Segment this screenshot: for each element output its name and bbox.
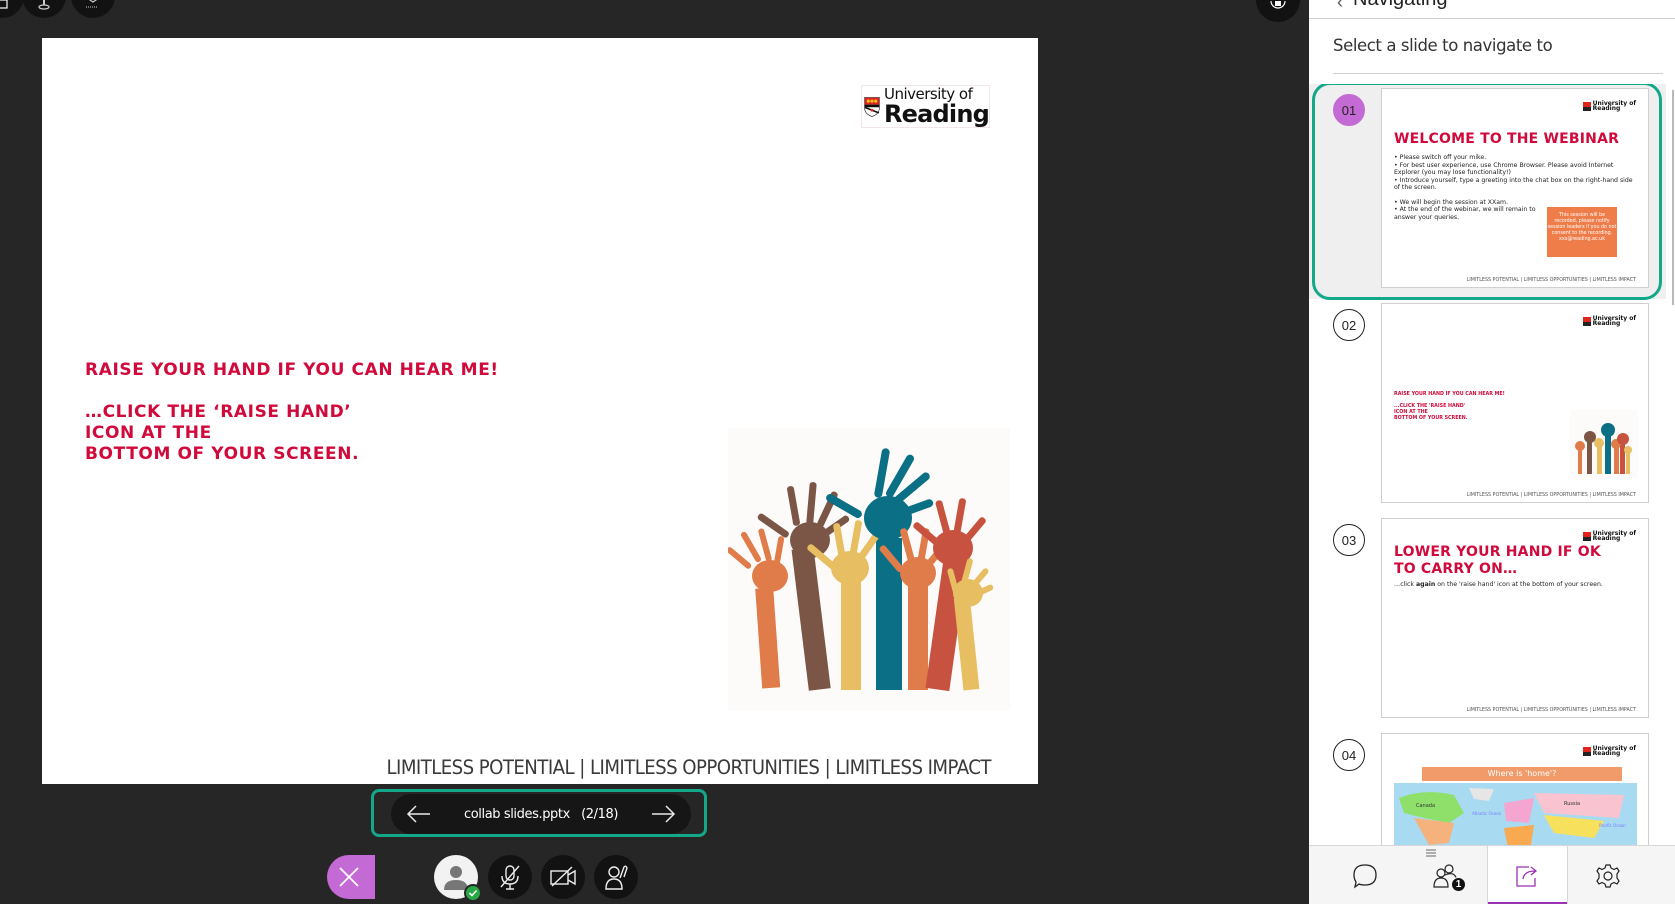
gear-icon: [1596, 863, 1620, 888]
slide-preview[interactable]: University of Reading WELCOME TO THE WEBI…: [1381, 88, 1649, 288]
slide-footer: LIMITLESS POTENTIAL | LIMITLESS OPPORTUN…: [1466, 278, 1636, 283]
slide-text-line2: …CLICK THE ‘RAISE HAND’: [85, 402, 352, 422]
university-logo: University of Reading: [861, 85, 990, 128]
map-label: Canada: [1416, 803, 1435, 809]
mini-logo: University of Reading: [1582, 316, 1636, 327]
layout-button[interactable]: [0, 0, 24, 18]
mini-logo: University of Reading: [1582, 531, 1636, 542]
navigate-prompt: Select a slide to navigate to: [1333, 36, 1553, 55]
map-label: Atlantic Ocean: [1472, 811, 1502, 816]
slide-text-line1: RAISE YOUR HAND IF YOU CAN HEAR ME!: [85, 360, 499, 380]
slide-text-line: BOTTOM OF YOUR SCREEN.: [1394, 416, 1468, 421]
share-content-panel: ‹ Navigating Select a slide to navigate …: [1309, 0, 1675, 904]
slide-number-badge: 01: [1333, 94, 1365, 126]
crest-icon: [864, 96, 880, 117]
chat-bubble-icon: [1353, 863, 1377, 889]
slide-footer: LIMITLESS POTENTIAL | LIMITLESS OPPORTUN…: [1466, 708, 1636, 713]
tab-chat[interactable]: [1325, 846, 1406, 904]
panel-header: ‹ Navigating: [1309, 0, 1675, 19]
back-chevron-icon[interactable]: ‹: [1337, 0, 1343, 13]
slide-number-badge: 02: [1333, 309, 1365, 341]
arrow-right-icon: [652, 805, 676, 823]
tab-share-content[interactable]: [1487, 846, 1568, 904]
slide-text-line4: BOTTOM OF YOUR SCREEN.: [85, 444, 360, 464]
share-icon: [1515, 865, 1537, 887]
slide-number-badge: 04: [1333, 739, 1365, 771]
slide-title: LOWER YOUR HAND IF OK TO CARRY ON…: [1394, 544, 1601, 577]
slide-text-line3: ICON AT THE: [85, 423, 212, 443]
slide-banner: Where is 'home'?: [1422, 767, 1622, 781]
raised-hands-thumbnail: [1570, 410, 1638, 478]
raise-hand-icon: [605, 865, 628, 890]
slide-preview[interactable]: University of Reading LOWER YOUR HAND IF …: [1381, 518, 1649, 718]
mini-logo: University of Reading: [1582, 101, 1636, 112]
slide-footer-tagline: LIMITLESS POTENTIAL | LIMITLESS OPPORTUN…: [386, 756, 992, 779]
share-screen-icon: [86, 0, 98, 8]
slide-preview[interactable]: University of Reading Where is 'home'? Ca…: [1381, 733, 1649, 845]
microphone-button[interactable]: [488, 855, 532, 899]
tab-settings[interactable]: [1568, 846, 1649, 904]
slide-title: WELCOME TO THE WEBINAR: [1394, 131, 1620, 147]
slide-navigator-label[interactable]: collab slides.pptx (2/18): [464, 807, 618, 822]
close-icon: [339, 867, 359, 887]
slide-body-text: RAISE YOUR HAND IF YOU CAN HEAR ME! …CLI…: [85, 360, 499, 465]
slide-text-line: RAISE YOUR HAND IF YOU CAN HEAR ME!: [1394, 392, 1505, 397]
status-available-icon: [464, 884, 482, 902]
layout-icon: [0, 0, 8, 9]
recording-callout: This session will be recorded, please no…: [1547, 207, 1617, 257]
panel-toolbar: 1: [1309, 845, 1675, 904]
slide-thumbnail-03[interactable]: 03 University of Reading LOWER YOUR HAND …: [1309, 514, 1666, 729]
slide-thumbnail-02[interactable]: 02 University of Reading RAISE YOUR HAND …: [1309, 299, 1666, 514]
panel-scrollbar[interactable]: [1672, 90, 1674, 305]
microphone-stand-button[interactable]: [22, 0, 66, 18]
slide-thumbnail-01[interactable]: 01 University of Reading WELCOME TO THE W…: [1309, 84, 1666, 300]
slide-thumbnail-04[interactable]: 04 University of Reading Where is 'home'?…: [1309, 729, 1666, 845]
microphone-muted-icon: [500, 865, 520, 890]
record-button[interactable]: [1256, 0, 1300, 22]
slide-thumbnail-list: 01 University of Reading WELCOME TO THE W…: [1309, 84, 1666, 845]
world-map-image: Canada Russia Atlantic Ocean Pacific Oce…: [1394, 783, 1637, 845]
slide-footer: LIMITLESS POTENTIAL | LIMITLESS OPPORTUN…: [1466, 493, 1636, 498]
raise-hand-button[interactable]: [594, 855, 638, 899]
camera-off-icon: [550, 866, 576, 887]
attendee-count-badge: 1: [1451, 877, 1466, 892]
next-slide-button[interactable]: [649, 800, 677, 828]
map-label: Russia: [1564, 801, 1580, 807]
divider: [1333, 73, 1663, 74]
map-label: Pacific Ocean: [1599, 823, 1626, 828]
arrow-left-icon: [406, 805, 430, 823]
slide-body: …click again on the 'raise hand' icon at…: [1394, 581, 1603, 588]
record-stop-icon: [1270, 1, 1286, 9]
previous-slide-button[interactable]: [405, 800, 433, 828]
camera-button[interactable]: [541, 855, 585, 899]
slide-number-badge: 03: [1333, 524, 1365, 556]
slide-preview[interactable]: University of Reading RAISE YOUR HAND IF …: [1381, 303, 1649, 503]
close-panel-button[interactable]: [327, 855, 375, 899]
microphone-stand-icon: [38, 0, 50, 10]
tab-attendees[interactable]: 1: [1406, 846, 1487, 904]
slide-navigator: collab slides.pptx (2/18): [391, 794, 691, 834]
share-screen-button[interactable]: [71, 0, 115, 18]
presentation-slide: University of Reading RAISE YOUR HAND IF…: [42, 38, 1038, 784]
raised-hands-image: [726, 428, 1010, 710]
panel-title: Navigating: [1353, 0, 1448, 11]
mini-logo: University of Reading: [1582, 746, 1636, 757]
logo-line2: Reading: [883, 100, 990, 128]
my-status-avatar-button[interactable]: [434, 855, 482, 902]
